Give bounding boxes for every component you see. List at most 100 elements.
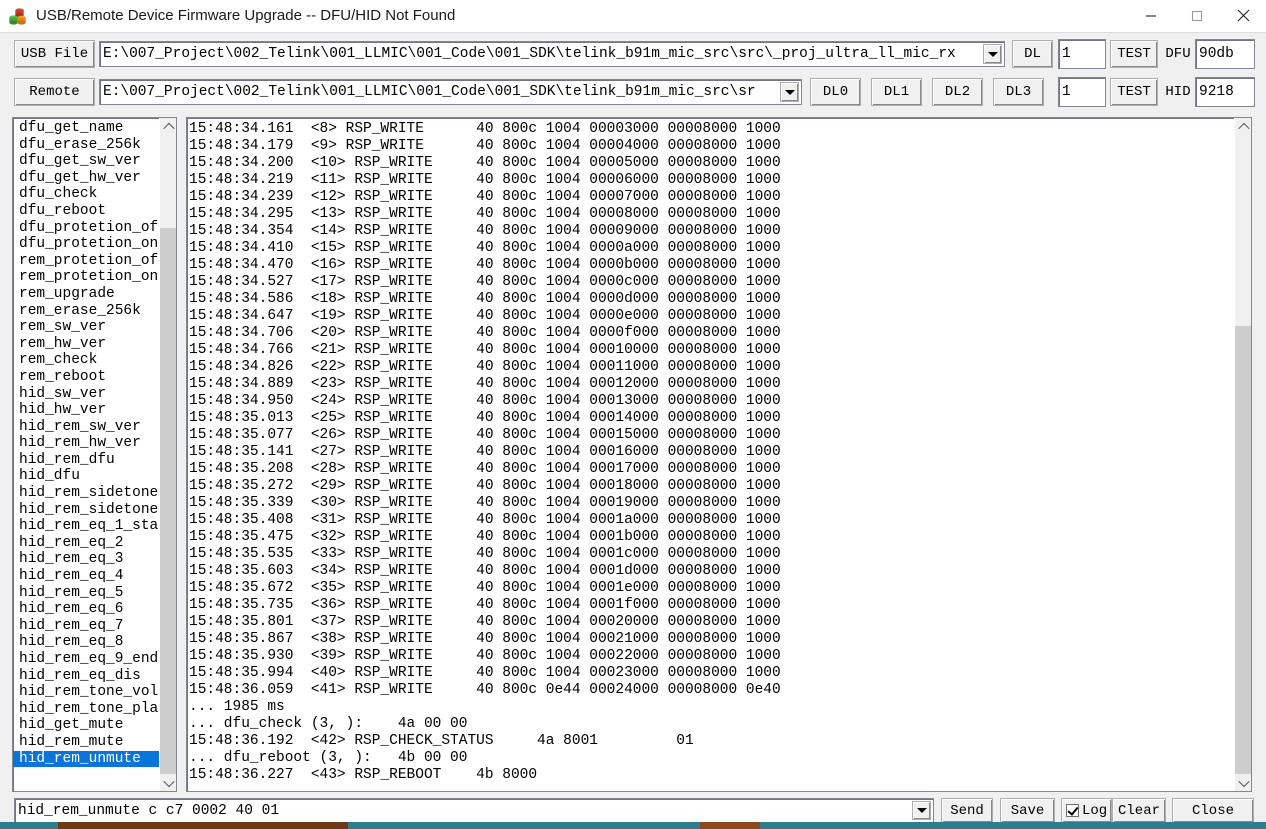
remote-button[interactable]: Remote: [14, 78, 95, 106]
scroll-down-button[interactable]: [1235, 774, 1252, 791]
log-line: 15:48:34.647 <19> RSP_WRITE 40 800c 1004…: [189, 308, 1231, 325]
list-item[interactable]: hid_rem_eq_dis: [13, 668, 160, 685]
command-input-text[interactable]: hid_rem_unmute c c7 0002 40 01: [15, 803, 912, 819]
list-item[interactable]: dfu_get_hw_ver: [13, 170, 160, 187]
chevron-down-icon: [163, 775, 174, 786]
usb-file-button[interactable]: USB File: [14, 40, 95, 68]
list-item[interactable]: hid_dfu: [13, 468, 160, 485]
list-item[interactable]: dfu_check: [13, 186, 160, 203]
list-item[interactable]: dfu_erase_256k: [13, 137, 160, 154]
log-checkbox[interactable]: Log: [1061, 798, 1112, 823]
clear-button[interactable]: Clear: [1112, 798, 1166, 823]
list-item[interactable]: hid_rem_hw_ver: [13, 435, 160, 452]
dl-button[interactable]: DL: [1012, 40, 1053, 68]
list-item[interactable]: hid_rem_dfu: [13, 452, 160, 469]
list-item[interactable]: hid_rem_eq_9_end: [13, 651, 160, 668]
list-item[interactable]: rem_hw_ver: [13, 336, 160, 353]
toolbar-row-usb: USB File E:\007_Project\002_Telink\001_L…: [0, 38, 1266, 74]
dl1-button[interactable]: DL1: [871, 78, 922, 106]
dl0-button[interactable]: DL0: [810, 78, 861, 106]
dfu-value-field[interactable]: 90db: [1195, 39, 1255, 69]
usb-file-path-combo[interactable]: E:\007_Project\002_Telink\001_LLMIC\001_…: [99, 41, 1005, 67]
list-item[interactable]: dfu_protetion_of: [13, 220, 160, 237]
log-scrollbar[interactable]: [1234, 118, 1251, 791]
window-controls: [1128, 0, 1266, 31]
list-item[interactable]: dfu_reboot: [13, 203, 160, 220]
scroll-up-button[interactable]: [160, 118, 177, 135]
list-item[interactable]: hid_sw_ver: [13, 386, 160, 403]
list-item[interactable]: hid_rem_eq_7: [13, 618, 160, 635]
dl3-button[interactable]: DL3: [993, 78, 1044, 106]
save-button[interactable]: Save: [1000, 798, 1055, 823]
log-line: 15:48:35.930 <39> RSP_WRITE 40 800c 1004…: [189, 648, 1231, 665]
dl-count-input-bottom[interactable]: 1: [1058, 77, 1106, 107]
list-item[interactable]: dfu_get_name: [13, 120, 160, 137]
command-list-scrollbar[interactable]: [159, 118, 176, 791]
log-checkbox-label: Log: [1082, 803, 1107, 819]
list-item[interactable]: hid_rem_sw_ver: [13, 419, 160, 436]
list-item[interactable]: rem_protetion_of: [13, 253, 160, 270]
list-item[interactable]: rem_check: [13, 352, 160, 369]
log-line: 15:48:35.339 <30> RSP_WRITE 40 800c 1004…: [189, 495, 1231, 512]
log-line: 15:48:35.672 <35> RSP_WRITE 40 800c 1004…: [189, 580, 1231, 597]
log-line: 15:48:34.410 <15> RSP_WRITE 40 800c 1004…: [189, 240, 1231, 257]
list-item[interactable]: rem_erase_256k: [13, 303, 160, 320]
list-item[interactable]: hid_rem_eq_3: [13, 551, 160, 568]
dl2-button[interactable]: DL2: [932, 78, 983, 106]
list-item[interactable]: hid_rem_eq_2: [13, 535, 160, 552]
hid-label: HID: [1163, 78, 1193, 106]
scroll-down-button[interactable]: [160, 774, 177, 791]
list-item[interactable]: rem_reboot: [13, 369, 160, 386]
log-line: 15:48:35.735 <36> RSP_WRITE 40 800c 1004…: [189, 597, 1231, 614]
chevron-down-icon: [917, 808, 927, 813]
hid-value-field[interactable]: 9218: [1195, 77, 1255, 107]
close-button[interactable]: [1220, 0, 1266, 31]
log-line: 15:48:34.470 <16> RSP_WRITE 40 800c 1004…: [189, 257, 1231, 274]
log-output[interactable]: 15:48:34.161 <8> RSP_WRITE 40 800c 1004 …: [186, 117, 1252, 792]
list-item[interactable]: hid_rem_sidetone: [13, 502, 160, 519]
command-list[interactable]: dfu_get_namedfu_erase_256kdfu_get_sw_ver…: [12, 117, 177, 792]
list-item[interactable]: hid_rem_eq_6: [13, 601, 160, 618]
list-item[interactable]: hid_get_mute: [13, 717, 160, 734]
close-bottom-button[interactable]: Close: [1172, 798, 1254, 823]
list-item[interactable]: rem_sw_ver: [13, 319, 160, 336]
list-item[interactable]: dfu_protetion_on: [13, 236, 160, 253]
log-line: 15:48:34.161 <8> RSP_WRITE 40 800c 1004 …: [189, 121, 1231, 138]
log-line: 15:48:34.354 <14> RSP_WRITE 40 800c 1004…: [189, 223, 1231, 240]
list-item[interactable]: hid_rem_tone_pla: [13, 701, 160, 718]
list-item[interactable]: rem_protetion_on: [13, 269, 160, 286]
remote-path-combo[interactable]: E:\007_Project\002_Telink\001_LLMIC\001_…: [99, 79, 802, 105]
list-item[interactable]: hid_rem_eq_4: [13, 568, 160, 585]
send-button[interactable]: Send: [941, 798, 993, 823]
list-item[interactable]: hid_rem_sidetone: [13, 485, 160, 502]
list-item[interactable]: dfu_get_sw_ver: [13, 153, 160, 170]
checkbox-icon[interactable]: [1066, 804, 1079, 817]
command-input-combo[interactable]: hid_rem_unmute c c7 0002 40 01: [14, 798, 934, 823]
list-item[interactable]: hid_rem_eq_5: [13, 585, 160, 602]
log-line: 15:48:35.272 <29> RSP_WRITE 40 800c 1004…: [189, 478, 1231, 495]
list-item[interactable]: hid_rem_mute: [13, 734, 160, 751]
command-dropdown-arrow[interactable]: [912, 801, 931, 820]
scroll-up-button[interactable]: [1235, 118, 1252, 135]
usb-path-dropdown-arrow[interactable]: [983, 44, 1002, 64]
test-button-top[interactable]: TEST: [1110, 40, 1158, 68]
log-line: 15:48:35.408 <31> RSP_WRITE 40 800c 1004…: [189, 512, 1231, 529]
minimize-button[interactable]: [1128, 0, 1174, 31]
list-item[interactable]: rem_upgrade: [13, 286, 160, 303]
list-item[interactable]: hid_rem_unmute: [13, 751, 160, 768]
scrollbar-thumb[interactable]: [160, 228, 177, 776]
scrollbar-thumb[interactable]: [1235, 326, 1252, 776]
test-button-bottom[interactable]: TEST: [1110, 78, 1158, 106]
maximize-button[interactable]: [1174, 0, 1220, 31]
dl-count-input[interactable]: 1: [1058, 39, 1106, 69]
list-item[interactable]: hid_rem_tone_vol: [13, 684, 160, 701]
list-item[interactable]: hid_rem_eq_8: [13, 634, 160, 651]
chevron-down-icon: [988, 52, 998, 57]
remote-path-dropdown-arrow[interactable]: [780, 82, 799, 102]
log-line: 15:48:34.239 <12> RSP_WRITE 40 800c 1004…: [189, 189, 1231, 206]
list-item[interactable]: hid_rem_eq_1_sta: [13, 518, 160, 535]
log-line: 15:48:35.013 <25> RSP_WRITE 40 800c 1004…: [189, 410, 1231, 427]
list-item[interactable]: hid_hw_ver: [13, 402, 160, 419]
log-line: 15:48:34.527 <17> RSP_WRITE 40 800c 1004…: [189, 274, 1231, 291]
log-line: ... dfu_check (3, ): 4a 00 00: [189, 716, 1231, 733]
